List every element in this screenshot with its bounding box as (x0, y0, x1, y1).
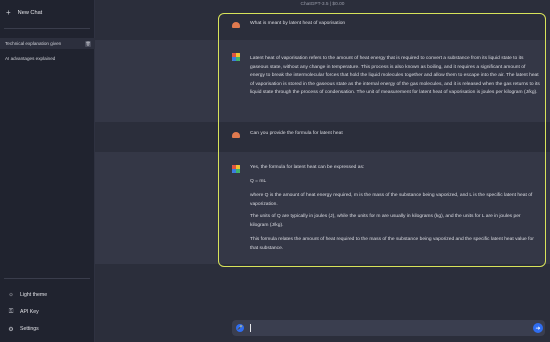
sun-icon: ☼ (8, 292, 14, 298)
trash-icon[interactable]: 🗑 (85, 40, 91, 47)
assistant-message-text: Latent heat of vaporisation refers to th… (250, 56, 540, 96)
arrow-right-icon: ➜ (535, 325, 541, 332)
model-status-bar: ChatGPT-3.5 | $0.00 (95, 0, 550, 9)
gear-icon: ⚙ (8, 326, 14, 333)
settings-button[interactable]: ⚙ Settings (0, 321, 95, 337)
user-avatar (232, 132, 240, 138)
sidebar: + New Chat Technical explanation given 🗑… (0, 0, 95, 342)
sidebar-divider (4, 278, 90, 279)
key-icon: ⚿ (8, 308, 14, 315)
sidebar-item-conversation[interactable]: Technical explanation given 🗑 (0, 38, 95, 49)
user-message-text: What is meant by latent heat of vaporisa… (250, 21, 346, 26)
message-input[interactable] (232, 320, 545, 336)
user-avatar (232, 22, 240, 28)
assistant-message-text: This formula relates the amount of heat … (250, 237, 534, 251)
conversation-label: AI advantages explained (5, 56, 56, 61)
plus-icon: + (6, 8, 11, 17)
light-theme-label: Light theme (20, 292, 48, 298)
api-key-button[interactable]: ⚿ API Key (0, 304, 95, 320)
model-cost-label: ChatGPT-3.5 | $0.00 (300, 2, 345, 7)
settings-label: Settings (20, 326, 39, 332)
conversation-label: Technical explanation given (5, 41, 62, 46)
user-message-text: Can you provide the formula for latent h… (250, 131, 343, 136)
new-chat-label: New Chat (17, 9, 43, 16)
assistant-avatar-icon (232, 165, 240, 173)
assistant-message-formula: Q = mL (250, 179, 267, 184)
sidebar-divider (4, 28, 90, 29)
text-cursor (250, 324, 251, 332)
new-chat-button[interactable]: + New Chat (0, 0, 95, 25)
sidebar-item-conversation[interactable]: AI advantages explained (0, 53, 95, 64)
microphone-icon[interactable]: 🎤 (236, 324, 244, 332)
assistant-message-text: where Q is the amount of heat energy req… (250, 193, 533, 207)
api-key-label: API Key (20, 309, 39, 315)
assistant-message-text: Yes, the formula for latent heat can be … (250, 165, 365, 170)
assistant-message-text: The units of Q are typically in joules (… (250, 214, 521, 228)
light-theme-button[interactable]: ☼ Light theme (0, 287, 95, 303)
send-button[interactable]: ➜ (533, 323, 543, 333)
assistant-avatar-icon (232, 53, 240, 61)
